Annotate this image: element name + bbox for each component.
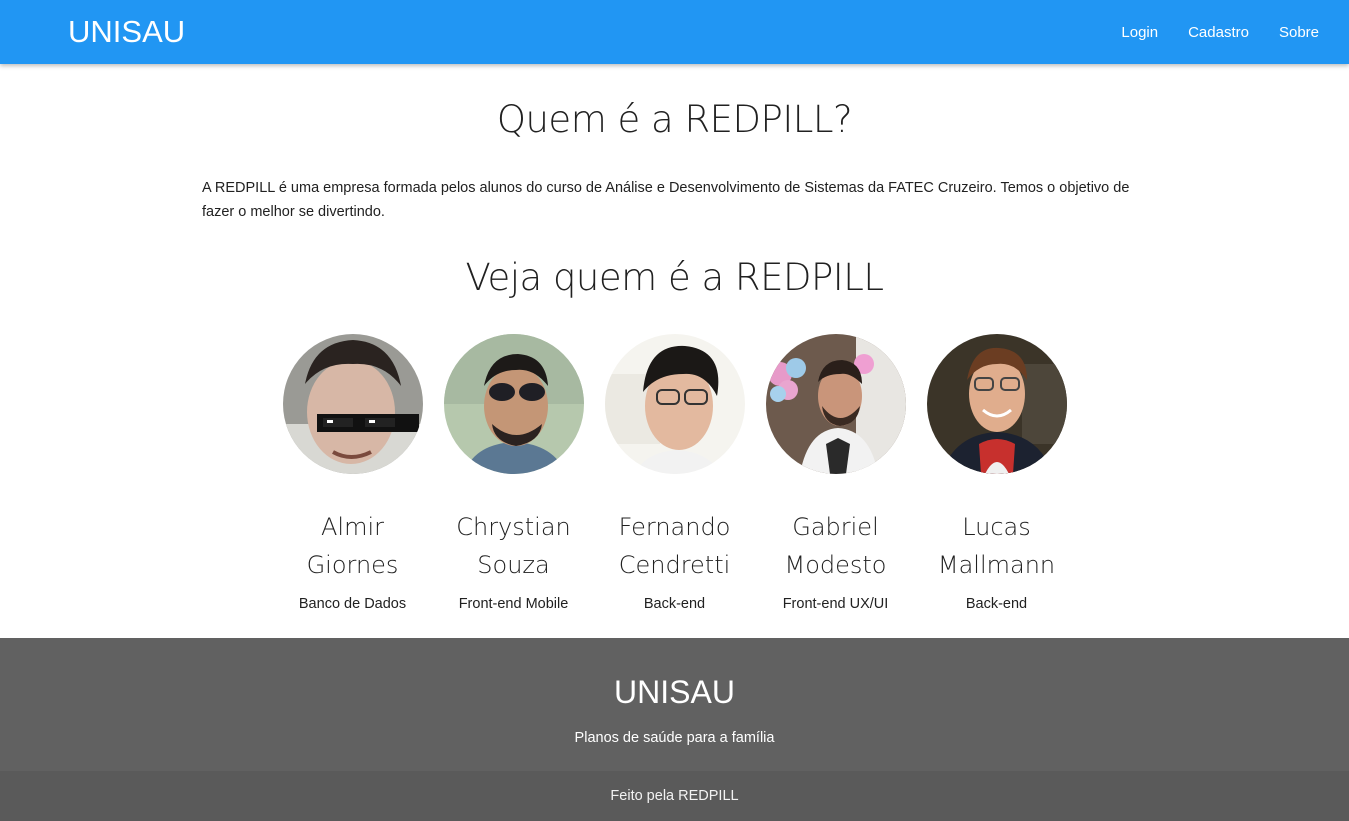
footer-tagline: Planos de saúde para a família: [574, 730, 775, 746]
member-role: Back-end: [965, 596, 1028, 612]
avatar-photo: [926, 334, 1067, 474]
member-name: Fernando Cendretti: [618, 513, 731, 579]
team-member: Almir Giornes Banco de Dados: [272, 334, 433, 612]
avatar-photo: [765, 334, 906, 474]
about-paragraph: A REDPILL é uma empresa formada pelos al…: [202, 180, 1130, 220]
avatar-photo: [282, 334, 423, 474]
team-member: Fernando Cendretti Back-end: [594, 334, 755, 612]
team-member: Gabriel Modesto Front-end UX/UI: [755, 334, 916, 612]
team-list: Almir Giornes Banco de Dados Chrystian S…: [272, 334, 1077, 612]
member-role: Banco de Dados: [298, 596, 407, 612]
footer: UNISAU Planos de saúde para a família Fe…: [0, 638, 1349, 821]
avatar-photo: [443, 334, 584, 474]
member-role: Back-end: [643, 596, 706, 612]
member-role: Front-end UX/UI: [782, 596, 889, 612]
team-heading: Veja quem é a REDPILL: [465, 256, 884, 299]
member-name: Chrystian Souza: [456, 513, 571, 579]
member-name: Gabriel Modesto: [784, 513, 887, 579]
about-heading: Quem é a REDPILL?: [496, 98, 853, 141]
nav-link-login[interactable]: Login: [1106, 24, 1173, 41]
member-name: Almir Giornes: [306, 513, 399, 579]
avatar-photo: [604, 334, 745, 474]
brand-logo[interactable]: UNISAU: [68, 13, 185, 51]
footer-brand: UNISAU: [614, 674, 735, 710]
navbar: UNISAU Login Cadastro Sobre: [0, 0, 1349, 64]
team-member: Lucas Mallmann Back-end: [916, 334, 1077, 612]
main-content: Quem é a REDPILL? A REDPILL é uma empres…: [0, 64, 1349, 638]
footer-credit: Feito pela REDPILL: [610, 788, 739, 804]
member-role: Front-end Mobile: [458, 596, 569, 612]
member-name: Lucas Mallmann: [937, 513, 1056, 579]
nav-link-sobre[interactable]: Sobre: [1264, 24, 1334, 41]
footer-bottom-bar: Feito pela REDPILL: [0, 771, 1349, 821]
nav-link-cadastro[interactable]: Cadastro: [1173, 24, 1264, 41]
team-member: Chrystian Souza Front-end Mobile: [433, 334, 594, 612]
nav-menu: Login Cadastro Sobre: [1106, 0, 1334, 64]
